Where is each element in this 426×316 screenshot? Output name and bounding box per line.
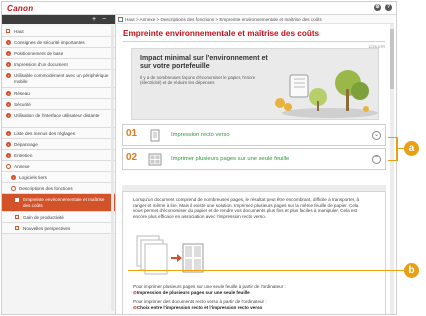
- callout-a-line-top: [388, 137, 396, 138]
- chevron-right-icon: ›: [6, 153, 11, 158]
- chevron-down-icon: [11, 186, 16, 191]
- callout-a: a: [404, 141, 419, 156]
- chevron-right-icon: ›: [11, 175, 16, 180]
- sidebar-item-perspectives[interactable]: Nouvelles perspectives: [2, 223, 115, 234]
- entry-impression-recto-verso[interactable]: 01 Impression recto verso ⌄: [122, 124, 386, 146]
- content-paragraph: Lorsqu'un document comprend de nombreuse…: [133, 197, 360, 219]
- sidebar-item-depannage[interactable]: › Dépannage: [2, 139, 115, 150]
- sidebar-scrollbar[interactable]: [111, 25, 114, 311]
- callout-b: b: [404, 263, 419, 278]
- sidebar-item-menus[interactable]: › Liste des menus des réglages: [2, 128, 115, 139]
- entry-title[interactable]: Impression recto verso: [171, 132, 230, 138]
- entry-number: 02: [126, 152, 138, 163]
- chevron-up-icon[interactable]: ⌃: [372, 155, 381, 164]
- top-icons: ⚙ ?: [374, 4, 392, 11]
- breadcrumb[interactable]: Haut > Annexe > Descriptions des fonctio…: [125, 17, 322, 22]
- callout-a-line-bottom: [388, 160, 396, 161]
- sidebar-item-annexe[interactable]: Annexe: [2, 161, 115, 172]
- banner-heading: Impact minimal sur l'environnement et su…: [140, 55, 268, 70]
- chevron-right-icon: ›: [6, 142, 11, 147]
- title-divider: [123, 41, 385, 42]
- sidebar-item-impression[interactable]: › Impression d'un document: [2, 59, 115, 70]
- chevron-right-icon: ›: [6, 40, 11, 45]
- callout-a-bracket: [396, 137, 398, 161]
- page-title: Empreinte environnementale et maîtrise d…: [123, 29, 320, 38]
- help-icon[interactable]: ?: [385, 4, 392, 11]
- chevron-right-icon: ›: [6, 51, 11, 56]
- expand-all-icon[interactable]: +: [92, 16, 96, 23]
- sidebar-item-ui-distante[interactable]: › Utilisation de l'interface utilisateur…: [2, 110, 115, 128]
- sidebar-item-securite[interactable]: › Sécurité: [2, 99, 115, 110]
- breadcrumb-bar: Haut > Annexe > Descriptions des fonctio…: [117, 15, 394, 24]
- instruction-recto-verso: Pour imprimer des documents recto verso …: [133, 299, 267, 304]
- link-multi-page[interactable]: ⊙Impression de plusieurs pages sur une s…: [133, 290, 250, 296]
- callout-b-line: [128, 270, 404, 271]
- callout-a-connector: [398, 148, 404, 149]
- page-icon: [15, 226, 19, 230]
- multi-page-icon: [148, 153, 162, 166]
- gear-icon[interactable]: ⚙: [374, 4, 381, 11]
- link-recto-verso-text[interactable]: Choix entre l'impression recto et l'impr…: [137, 305, 263, 310]
- sidebar-header: + −: [2, 15, 115, 24]
- menu-icon[interactable]: [118, 17, 123, 22]
- sidebar-item-label: Impression d'un document: [14, 62, 68, 67]
- sidebar-item-label: Annexe: [14, 164, 30, 169]
- help-window: Canon ⚙ ? + − Haut › Consignes de sécuri…: [1, 1, 397, 315]
- sidebar-item-label: Empreinte environnementale et maîtrise d…: [23, 197, 105, 208]
- sidebar: + − Haut › Consignes de sécurité importa…: [2, 15, 116, 314]
- sidebar-item-haut[interactable]: Haut: [2, 26, 115, 37]
- top-bar: Canon ⚙ ?: [2, 2, 396, 15]
- page-icon: [15, 198, 19, 202]
- sidebar-item-label: Descriptions des fonctions: [19, 186, 73, 191]
- sidebar-item-label: Consignes de sécurité importantes: [14, 40, 85, 45]
- multi-page-illustration: [136, 235, 204, 275]
- sidebar-item-empreinte[interactable]: Empreinte environnementale et maîtrise d…: [2, 194, 115, 212]
- sidebar-item-reseau[interactable]: › Réseau: [2, 88, 115, 99]
- chevron-down-icon: [6, 164, 11, 169]
- page-icon: [6, 29, 10, 33]
- sidebar-item-label: Utilisation de l'interface utilisateur d…: [14, 113, 100, 118]
- instruction-multi-page: Pour imprimer plusieurs pages sur une se…: [133, 284, 286, 289]
- main-scrollbar-thumb[interactable]: [390, 29, 394, 89]
- chevron-right-icon: ›: [6, 131, 11, 136]
- sidebar-item-label: Positionnement de base: [14, 51, 64, 56]
- expanded-content: Lorsqu'un document comprend de nombreuse…: [122, 191, 386, 314]
- sidebar-item-label: Haut: [14, 29, 24, 34]
- chevron-right-icon: ›: [6, 102, 11, 107]
- chevron-right-icon: ›: [6, 91, 11, 96]
- banner-text: Il y a de nombreuses façons d'économiser…: [140, 75, 256, 85]
- collapse-all-icon[interactable]: −: [102, 16, 106, 23]
- chevron-right-icon: ›: [6, 113, 11, 118]
- chevron-right-icon: ›: [6, 73, 11, 78]
- page-icon: [15, 215, 19, 219]
- document-icon: [150, 129, 160, 142]
- link-recto-verso[interactable]: ⊙Choix entre l'impression recto et l'imp…: [133, 305, 262, 311]
- sidebar-item-label: Entretien: [14, 153, 33, 158]
- sidebar-item-positionnement[interactable]: › Positionnement de base: [2, 48, 115, 59]
- sidebar-item-descriptions[interactable]: Descriptions des fonctions: [2, 183, 115, 194]
- sidebar-item-consignes[interactable]: › Consignes de sécurité importantes: [2, 37, 115, 48]
- sidebar-item-label: Logiciels tiers: [19, 175, 47, 180]
- sidebar-item-label: Réseau: [14, 91, 30, 96]
- sidebar-item-label: Dépannage: [14, 142, 38, 147]
- entry-title[interactable]: Imprimer plusieurs pages sur une seule f…: [171, 156, 289, 162]
- link-multi-page-text[interactable]: Impression de plusieurs pages sur une se…: [137, 290, 250, 295]
- sidebar-item-label: Nouvelles perspectives: [23, 226, 71, 231]
- sidebar-item-label: Utilisable commodément avec un périphéri…: [14, 73, 109, 84]
- sidebar-item-label: Liste des menus des réglages: [14, 131, 76, 136]
- sidebar-item-entretien[interactable]: › Entretien: [2, 150, 115, 161]
- sidebar-item-label: Sécurité: [14, 102, 31, 107]
- canon-logo: Canon: [7, 4, 34, 13]
- chevron-down-icon[interactable]: ⌄: [372, 131, 381, 140]
- chevron-right-icon: ›: [6, 62, 11, 67]
- sidebar-item-mobile[interactable]: › Utilisable commodément avec un périphé…: [2, 70, 115, 88]
- entry-number: 01: [126, 128, 138, 139]
- sidebar-item-label: Gain de productivité: [23, 215, 64, 220]
- sidebar-item-productivite[interactable]: Gain de productivité: [2, 212, 115, 223]
- sidebar-item-logiciels[interactable]: › Logiciels tiers: [2, 172, 115, 183]
- entry-plusieurs-pages[interactable]: 02 Imprimer plusieurs pages sur une seul…: [122, 148, 386, 170]
- feature-banner: Impact minimal sur l'environnement et su…: [131, 48, 379, 120]
- eco-illustration: [275, 70, 378, 118]
